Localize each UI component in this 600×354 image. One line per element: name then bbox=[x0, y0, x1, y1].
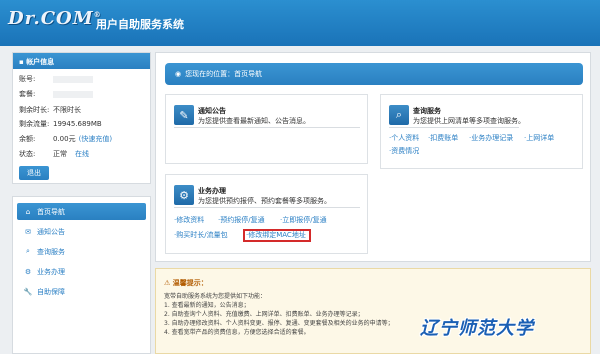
sidebar-item-home[interactable]: ⌂ 首页导航 bbox=[17, 203, 146, 220]
notice-card-title[interactable]: 通知公告 bbox=[198, 106, 226, 116]
query-card[interactable]: ⌕ 查询服务 为您提供上网清单等多项查询服务。 ·个人资料 ·扣费账单 ·业务办… bbox=[380, 94, 583, 169]
sidebar-item-self-support[interactable]: 🔧 自助保障 bbox=[17, 283, 146, 300]
logout-button[interactable]: 退出 bbox=[19, 166, 49, 180]
tips-line: 4. 查看宽带产品的资费信息，方便您选择合适的套餐。 bbox=[164, 329, 310, 336]
account-label: 套餐: bbox=[19, 90, 36, 98]
link-buy-time-traffic[interactable]: ·购买时长/流量包 bbox=[174, 230, 228, 240]
wrench-icon: 🔧 bbox=[23, 287, 33, 296]
notice-card-desc: 为您提供查看最新通知、公告消息。 bbox=[198, 117, 310, 125]
home-icon: ⌂ bbox=[25, 207, 31, 216]
gear-icon: ⚙ bbox=[24, 267, 32, 276]
account-label: 剩余流量: bbox=[19, 120, 50, 128]
link-edit-profile[interactable]: ·修改资料 bbox=[174, 215, 204, 225]
tips-title-text: 温馨提示： bbox=[172, 279, 208, 287]
main-content: ◉ 您现在的位置：首页导航 ✎ 通知公告 为您提供查看最新通知、公告消息。 ⌕ … bbox=[155, 52, 591, 262]
account-value-masked bbox=[53, 75, 93, 83]
tips-line: 1. 查看最新的通知，公告消息； bbox=[164, 302, 250, 309]
account-value: 19945.689MB bbox=[53, 120, 102, 128]
tips-title: ⚠ 温馨提示： bbox=[164, 278, 208, 288]
link-scheduled-suspend[interactable]: ·预约报停/复通 bbox=[218, 215, 265, 225]
query-card-desc: 为您提供上网清单等多项查询服务。 bbox=[413, 117, 525, 125]
sidebar-item-label: 自助保障 bbox=[37, 287, 65, 296]
user-icon: ▪ bbox=[19, 58, 24, 66]
business-card-title[interactable]: 业务办理 bbox=[198, 186, 226, 196]
account-label: 余额: bbox=[19, 135, 36, 143]
account-row-status: 状态: 正常 在线 bbox=[19, 148, 89, 160]
account-value-masked bbox=[53, 90, 93, 98]
location-icon: ◉ bbox=[175, 70, 182, 78]
business-card-desc: 为您提供预约报停、预约套餐等多项服务。 bbox=[198, 197, 331, 205]
search-icon: ⌕ bbox=[389, 105, 409, 125]
search-icon: ⌕ bbox=[26, 247, 30, 255]
sidebar-item-query[interactable]: ⌕ 查询服务 bbox=[17, 243, 146, 260]
account-heading: 帐户信息 bbox=[26, 58, 55, 66]
account-row-remaining-time: 剩余时长: 不限时长 bbox=[19, 104, 81, 116]
sidebar-item-notices[interactable]: ✉ 通知公告 bbox=[17, 223, 146, 240]
breadcrumb-text: 您现在的位置：首页导航 bbox=[185, 70, 263, 78]
mail-icon: ✉ bbox=[25, 227, 31, 236]
sidebar-item-label: 业务办理 bbox=[37, 267, 65, 276]
sidebar-item-label: 首页导航 bbox=[37, 207, 65, 216]
divider bbox=[389, 127, 519, 128]
drcom-logo: Dr.COM® bbox=[8, 8, 102, 29]
status-normal: 正常 bbox=[53, 150, 67, 158]
link-immediate-suspend[interactable]: ·立即报停/复通 bbox=[280, 215, 327, 225]
link-tariff[interactable]: ·资费情况 bbox=[389, 146, 419, 156]
divider bbox=[174, 127, 360, 128]
quick-recharge-link[interactable]: (快速充值) bbox=[79, 134, 112, 144]
account-row-username: 账号: bbox=[19, 73, 93, 85]
tips-panel: ⚠ 温馨提示： 宽带自助服务系统为您提供如下功能： 1. 查看最新的通知，公告消… bbox=[155, 268, 591, 354]
edit-icon: ✎ bbox=[174, 105, 194, 125]
link-personal-info[interactable]: ·个人资料 bbox=[389, 133, 419, 143]
tips-line: 2. 自助查询个人资料、充值缴费、上网详单、扣费账单、业务办理等记录； bbox=[164, 311, 364, 318]
sidebar-nav: ⌂ 首页导航 ✉ 通知公告 ⌕ 查询服务 ⚙ 业务办理 🔧 自助保障 bbox=[12, 196, 151, 354]
sidebar-item-label: 查询服务 bbox=[37, 247, 65, 256]
watermark: 辽宁师范大学 bbox=[420, 318, 534, 339]
account-row-balance: 余额: 0.00元 (快速充值) bbox=[19, 133, 112, 145]
header-bar: Dr.COM® 用户自助服务系统 bbox=[0, 0, 600, 46]
query-card-title[interactable]: 查询服务 bbox=[413, 106, 441, 116]
breadcrumb: ◉ 您现在的位置：首页导航 bbox=[165, 63, 583, 85]
account-label: 剩余时长: bbox=[19, 106, 50, 114]
account-row-package: 套餐: bbox=[19, 88, 93, 100]
account-row-remaining-traffic: 剩余流量: 19945.689MB bbox=[19, 118, 102, 130]
account-panel: ▪ 帐户信息 账号: 套餐: 剩余时长: 不限时长 剩余流量: 19945.68… bbox=[12, 52, 151, 184]
account-value: 不限时长 bbox=[53, 106, 81, 114]
tips-line: 宽带自助服务系统为您提供如下功能： bbox=[164, 293, 267, 300]
link-online-detail[interactable]: ·上网详单 bbox=[524, 133, 554, 143]
highlight-box bbox=[243, 229, 311, 242]
sidebar-item-business[interactable]: ⚙ 业务办理 bbox=[17, 263, 146, 280]
account-value: 0.00元 bbox=[53, 135, 76, 143]
link-billing[interactable]: ·扣费账单 bbox=[428, 133, 458, 143]
account-label: 状态: bbox=[19, 150, 36, 158]
tips-line: 3. 自助办理修改资料、个人资料变更、报停、复通、变更套餐及相关的业务的申请等； bbox=[164, 320, 394, 327]
sidebar-item-label: 通知公告 bbox=[37, 227, 65, 236]
warning-icon: ⚠ bbox=[164, 279, 171, 287]
account-label: 账号: bbox=[19, 75, 36, 83]
logo-text: Dr.COM bbox=[8, 8, 94, 29]
divider bbox=[174, 207, 360, 208]
system-title: 用户自助服务系统 bbox=[96, 18, 184, 31]
link-business-records[interactable]: ·业务办理记录 bbox=[469, 133, 513, 143]
gear-icon: ⚙ bbox=[174, 185, 194, 205]
business-card[interactable]: ⚙ 业务办理 为您提供预约报停、预约套餐等多项服务。 ·修改资料 ·预约报停/复… bbox=[165, 174, 368, 254]
status-online: 在线 bbox=[75, 150, 89, 158]
account-panel-header: ▪ 帐户信息 bbox=[13, 53, 150, 69]
notice-card[interactable]: ✎ 通知公告 为您提供查看最新通知、公告消息。 bbox=[165, 94, 368, 164]
